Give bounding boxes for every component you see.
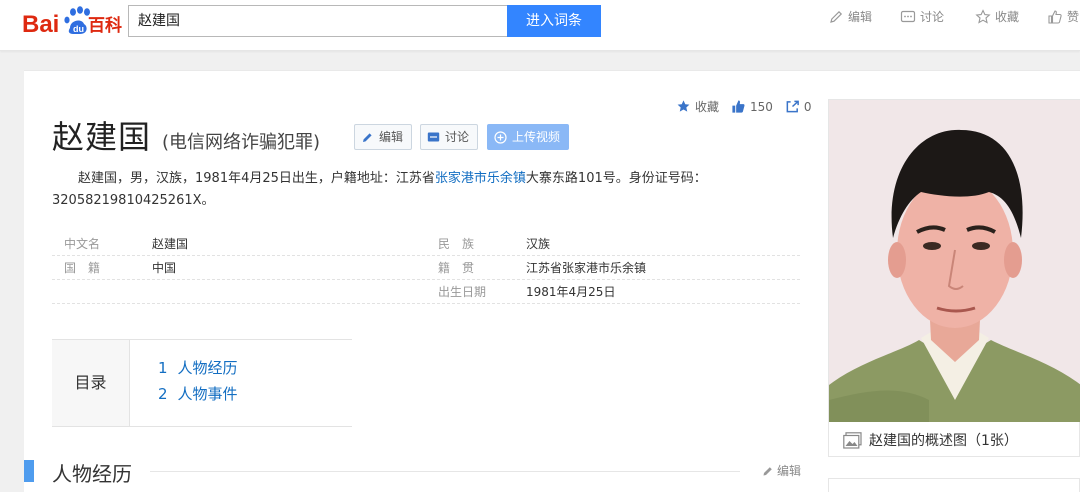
info-key: 籍 贯 xyxy=(438,261,475,275)
section-heading: 人物经历 xyxy=(52,462,132,486)
chat-icon xyxy=(900,10,916,23)
info-row: 国 籍 中国 籍 贯 江苏省张家港市乐余镇 xyxy=(52,256,800,280)
table-of-contents: 目录 1 人物经历 2 人物事件 xyxy=(52,339,352,427)
album-caption[interactable]: 赵建国的概述图（1张） xyxy=(843,430,1018,450)
share-count: 0 xyxy=(803,99,812,114)
discuss-button-label: 讨论 xyxy=(445,130,470,144)
thumbs-up-icon xyxy=(1048,10,1062,24)
toc-item[interactable]: 1 人物经历 xyxy=(158,357,238,378)
section-edit-link[interactable]: 编辑 xyxy=(762,462,801,479)
pencil-icon xyxy=(363,132,372,142)
star-icon xyxy=(975,9,991,24)
section-divider xyxy=(150,471,740,472)
svg-text:Bai: Bai xyxy=(22,11,59,38)
pencil-icon xyxy=(830,10,843,23)
top-edit-label: 编辑 xyxy=(848,10,873,24)
discuss-button[interactable]: 讨论 xyxy=(420,124,479,150)
image-gallery-icon xyxy=(843,431,862,449)
info-value: 汉族 xyxy=(526,237,551,251)
toc-item-text: 人物事件 xyxy=(177,385,238,403)
top-bar: Bai du 百科 赵建国 进入词条 编辑 讨论 收藏 赞 xyxy=(0,0,1080,51)
summary-text-3: 32058219810425261X。 xyxy=(52,193,215,208)
nationality-link[interactable]: 中国 xyxy=(152,256,176,280)
info-value: 1981年4月25日 xyxy=(526,285,616,299)
section-accent-bar xyxy=(24,460,34,482)
top-like-link[interactable]: 赞 xyxy=(1047,7,1079,27)
pencil-icon xyxy=(763,466,772,475)
search-input[interactable]: 赵建国 xyxy=(128,5,507,37)
entry-summary: 赵建国，男，汉族，1981年4月25日出生，户籍地址：江苏省张家港市乐余镇大寨东… xyxy=(52,168,772,212)
thumbs-up-filled-icon xyxy=(732,100,745,113)
basic-info-table: 中文名 赵建国 民 族 汉族 国 籍 中国 籍 贯 江苏省张家港市乐余镇 出生日… xyxy=(52,232,800,304)
collect-label: 收藏 xyxy=(695,100,720,114)
top-collect-label: 收藏 xyxy=(995,10,1020,24)
summary-text-1: 赵建国，男，汉族，1981年4月25日出生，户籍地址：江苏省 xyxy=(78,171,435,186)
portrait-photo[interactable] xyxy=(829,100,1080,422)
info-row: 出生日期 1981年4月25日 xyxy=(52,280,800,304)
toc-item-number: 1 xyxy=(158,359,168,377)
section-edit-label: 编辑 xyxy=(777,464,802,478)
top-like-label: 赞 xyxy=(1067,10,1080,24)
upload-video-button[interactable]: 上传视频 xyxy=(487,124,570,150)
top-discuss-link[interactable]: 讨论 xyxy=(900,7,944,27)
summary-text-2: 大寨东路101号。身份证号码： xyxy=(525,171,707,186)
info-key: 国 籍 xyxy=(64,261,101,275)
info-key: 中文名 xyxy=(64,237,101,251)
page-subtitle: (电信网络诈骗犯罪) xyxy=(162,132,321,153)
album-panel: 赵建国的概述图（1张） xyxy=(828,99,1080,457)
star-filled-icon xyxy=(677,100,690,112)
like-count: 150 xyxy=(750,99,773,114)
info-value: 江苏省张家港市乐余镇 xyxy=(526,261,647,275)
top-collect-link[interactable]: 收藏 xyxy=(975,7,1019,27)
page-title: 赵建国 xyxy=(52,118,152,156)
upload-video-label: 上传视频 xyxy=(512,130,561,144)
plus-circle-icon xyxy=(494,130,507,144)
info-row: 中文名 赵建国 民 族 汉族 xyxy=(52,232,800,256)
info-key: 民 族 xyxy=(438,237,475,251)
entry-stats: 收藏 150 0 xyxy=(676,98,824,115)
share-stat[interactable]: 0 xyxy=(785,99,812,114)
edit-button[interactable]: 编辑 xyxy=(354,124,413,150)
share-icon xyxy=(786,100,799,113)
info-value: 赵建国 xyxy=(152,237,189,251)
info-key: 出生日期 xyxy=(438,285,487,299)
top-discuss-label: 讨论 xyxy=(920,10,945,24)
summary-location-link[interactable]: 张家港市乐余镇 xyxy=(435,171,526,186)
collect-stat[interactable]: 收藏 xyxy=(676,98,719,115)
svg-text:百科: 百科 xyxy=(88,15,122,36)
toc-item[interactable]: 2 人物事件 xyxy=(158,383,238,404)
toc-label: 目录 xyxy=(52,340,130,426)
sidebar-next-panel xyxy=(828,478,1080,492)
top-edit-link[interactable]: 编辑 xyxy=(828,7,872,27)
album-caption-text: 赵建国的概述图（1张） xyxy=(869,433,1018,449)
baidu-baike-logo[interactable]: Bai du 百科 xyxy=(22,4,122,40)
edit-button-label: 编辑 xyxy=(379,130,404,144)
chat-icon xyxy=(427,132,440,141)
toc-item-number: 2 xyxy=(158,385,168,403)
like-stat[interactable]: 150 xyxy=(731,99,773,114)
search-button[interactable]: 进入词条 xyxy=(507,5,601,37)
toc-item-text: 人物经历 xyxy=(177,359,238,377)
svg-text:du: du xyxy=(73,24,84,34)
